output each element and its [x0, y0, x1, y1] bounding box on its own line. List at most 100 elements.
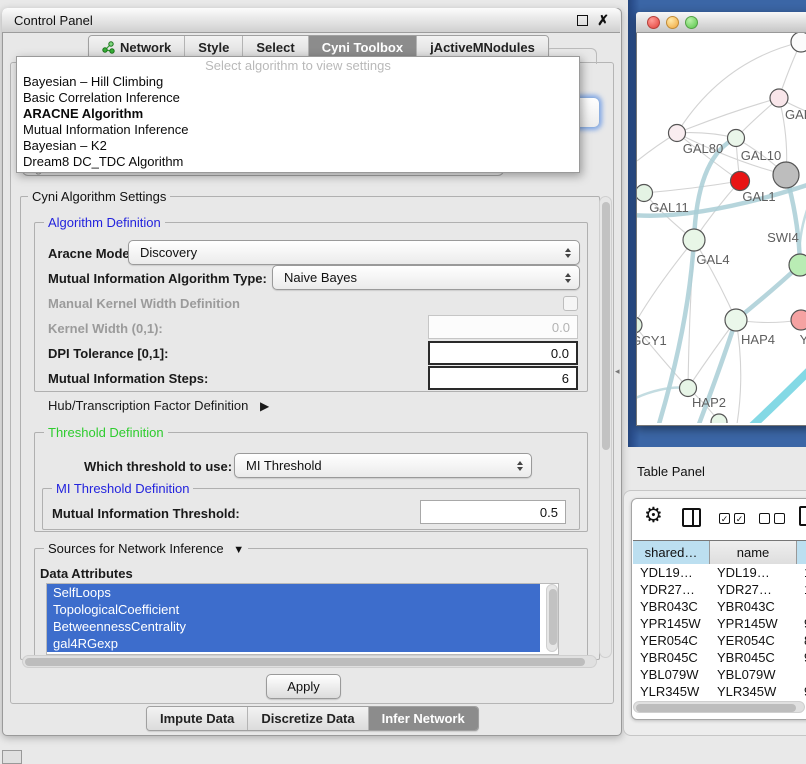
- algorithm-dropdown-placeholder: Select algorithm to view settings: [17, 57, 579, 74]
- table-cell: YDL19…: [633, 564, 710, 581]
- checked-checkbox-icon[interactable]: ✓: [734, 513, 745, 524]
- aracne-mode-value: Discovery: [140, 245, 197, 260]
- splitter-handle-icon[interactable]: ◂: [615, 366, 620, 377]
- table-row[interactable]: YBL079WYBL079W: [633, 666, 806, 683]
- attribute-item-selfloops[interactable]: SelfLoops: [47, 584, 540, 601]
- close-traffic-light-icon[interactable]: [647, 16, 660, 29]
- settings-scrollbar-thumb[interactable]: [602, 202, 610, 450]
- float-window-icon[interactable]: [577, 15, 588, 26]
- checked-checkbox-icon[interactable]: ✓: [719, 513, 730, 524]
- mi-algorithm-type-combo[interactable]: Naive Bayes: [272, 265, 580, 290]
- column-header-name[interactable]: name: [710, 541, 797, 564]
- node-label: HAP2: [692, 395, 726, 410]
- gear-icon[interactable]: ⚙: [644, 505, 663, 526]
- column-header-2[interactable]: [797, 541, 806, 564]
- mi-threshold-label: Mutual Information Threshold:: [52, 506, 240, 521]
- table-row[interactable]: YDR27…YDR27…12: [633, 581, 806, 598]
- control-panel-title: Control Panel: [14, 13, 93, 28]
- which-threshold-combo[interactable]: MI Threshold: [234, 453, 532, 478]
- node-hap4[interactable]: [725, 309, 747, 331]
- dropdown-item-bayesian-hill-climbing[interactable]: Bayesian – Hill Climbing: [17, 74, 579, 90]
- table-hscrollbar[interactable]: [633, 701, 805, 713]
- attr-list-scrollbar-thumb[interactable]: [549, 589, 557, 645]
- minimize-traffic-light-icon[interactable]: [666, 16, 679, 29]
- settings-scrollbar[interactable]: [599, 196, 612, 658]
- expand-right-icon[interactable]: ▶: [260, 399, 269, 413]
- table-cell: 12: [797, 581, 806, 598]
- apply-button-label: Apply: [287, 679, 320, 694]
- node-gal1[interactable]: [731, 172, 750, 191]
- tab-label: Infer Network: [382, 711, 465, 726]
- network-canvas[interactable]: GALGAL80GAL10GAL1GAL11GAL4SWI4GCY1HAP4YH…: [637, 33, 806, 423]
- document-icon[interactable]: [799, 506, 806, 526]
- aracne-mode-combo[interactable]: Discovery: [128, 240, 580, 265]
- dropdown-item-mutual-information-inference[interactable]: Mutual Information Inference: [17, 122, 579, 138]
- node-swi4[interactable]: [789, 254, 806, 276]
- spinner-icon: [565, 273, 571, 283]
- mi-threshold-input[interactable]: 0.5: [420, 500, 566, 524]
- close-icon[interactable]: ✗: [597, 12, 609, 29]
- attr-list-scrollbar[interactable]: [546, 584, 558, 652]
- aracne-mode-label: Aracne Mode:: [48, 246, 134, 261]
- spinner-icon: [565, 248, 571, 258]
- table-cell: YBL079W: [633, 666, 710, 683]
- tab-label: Discretize Data: [261, 711, 354, 726]
- table-row[interactable]: YBR043CYBR043C: [633, 598, 806, 615]
- attribute-item-gal4rgexp[interactable]: gal4RGexp: [47, 635, 540, 652]
- node-gal10[interactable]: [728, 130, 745, 147]
- dropdown-item-basic-correlation-inference[interactable]: Basic Correlation Inference: [17, 90, 579, 106]
- table-cell: YDL19…: [710, 564, 797, 581]
- mi-steps-input[interactable]: 6: [428, 366, 578, 390]
- tab-label: Select: [256, 40, 294, 55]
- sources-title[interactable]: Sources for Network Inference ▼: [44, 542, 248, 557]
- tab-infer-network[interactable]: Infer Network: [369, 707, 478, 730]
- node-gal-partial[interactable]: [770, 89, 788, 107]
- column-header-shared-[interactable]: shared…: [633, 541, 710, 564]
- node-gal11[interactable]: [637, 185, 653, 202]
- dpi-tolerance-input[interactable]: 0.0: [428, 341, 578, 365]
- apply-button[interactable]: Apply: [266, 674, 341, 699]
- network-window-titlebar[interactable]: [636, 12, 806, 33]
- zoom-traffic-light-icon[interactable]: [685, 16, 698, 29]
- node-gcy1[interactable]: [637, 317, 642, 333]
- collapse-down-icon[interactable]: ▼: [233, 544, 244, 556]
- node-gray[interactable]: [773, 162, 799, 188]
- settings-hscrollbar-thumb[interactable]: [25, 658, 585, 666]
- attribute-item-topologicalcoefficient[interactable]: TopologicalCoefficient: [47, 601, 540, 618]
- kernel-width-input[interactable]: 0.0: [428, 315, 578, 339]
- control-panel-titlebar[interactable]: Control Panel ✗: [2, 8, 620, 33]
- hub-definition-label[interactable]: Hub/Transcription Factor Definition ▶: [48, 398, 269, 413]
- table-hscrollbar-thumb[interactable]: [636, 704, 796, 712]
- table-row[interactable]: YDL19…YDL19…13: [633, 564, 806, 581]
- node-top[interactable]: [791, 33, 806, 52]
- table-cell: [797, 666, 806, 683]
- node-gal80[interactable]: [669, 125, 686, 142]
- tab-label: Network: [120, 40, 171, 55]
- data-attributes-list[interactable]: SelfLoopsTopologicalCoefficientBetweenne…: [46, 583, 559, 655]
- split-view-icon[interactable]: [682, 508, 701, 527]
- dropdown-item-bayesian-k2[interactable]: Bayesian – K2: [17, 138, 579, 154]
- table-row[interactable]: YBR045CYBR045C9.: [633, 649, 806, 666]
- table-row[interactable]: YER054CYER054C8.: [633, 632, 806, 649]
- table-cell: YER054C: [633, 632, 710, 649]
- attribute-item-betweennesscentrality[interactable]: BetweennessCentrality: [47, 618, 540, 635]
- dropdown-item-aracne-algorithm[interactable]: ARACNE Algorithm: [17, 106, 579, 122]
- table-row[interactable]: YLR345WYLR345W9.: [633, 683, 806, 700]
- table-cell: YBR043C: [710, 598, 797, 615]
- kernel-width-label: Kernel Width (0,1):: [48, 321, 163, 336]
- unchecked-checkbox-icon[interactable]: [759, 513, 770, 524]
- mi-steps-label: Mutual Information Steps:: [48, 371, 208, 386]
- unchecked-checkbox-icon[interactable]: [774, 513, 785, 524]
- table-cell: YPR145W: [710, 615, 797, 632]
- tab-discretize-data[interactable]: Discretize Data: [248, 707, 368, 730]
- table-cell: YER054C: [710, 632, 797, 649]
- manual-kernel-width-checkbox[interactable]: [563, 296, 578, 311]
- node-hap2[interactable]: [680, 380, 697, 397]
- dropdown-item-dream8-dc-tdc-algorithm[interactable]: Dream8 DC_TDC Algorithm: [17, 154, 579, 170]
- settings-hscrollbar[interactable]: [22, 655, 597, 668]
- tab-impute-data[interactable]: Impute Data: [147, 707, 248, 730]
- node-salmon[interactable]: [791, 310, 806, 330]
- table-rows: YDL19…YDL19…13YDR27…YDR27…12YBR043CYBR04…: [633, 564, 806, 700]
- node-gal4[interactable]: [683, 229, 705, 251]
- table-row[interactable]: YPR145WYPR145W9.: [633, 615, 806, 632]
